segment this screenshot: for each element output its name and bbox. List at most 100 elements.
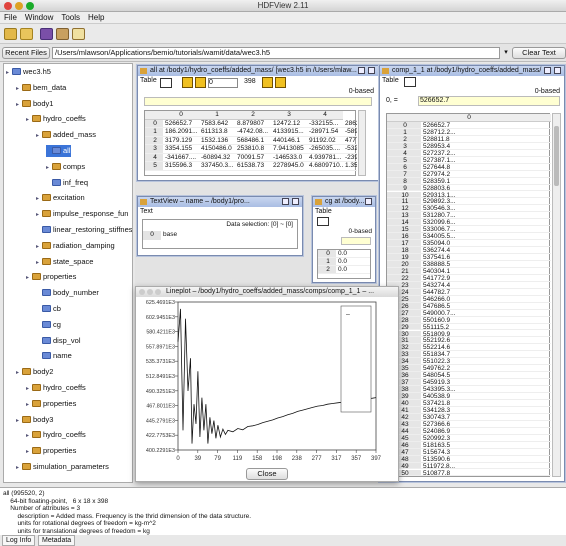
column-header[interactable]: 2 [235, 111, 271, 120]
clipboard-icon[interactable] [56, 28, 69, 40]
table-cell[interactable]: 3354.155 [163, 145, 199, 154]
table-cell[interactable]: 527237.2... [421, 150, 551, 157]
menu-help[interactable]: Help [84, 12, 108, 23]
table-menu[interactable]: Table [382, 77, 399, 84]
lineplot-window-title[interactable]: Lineplot – /body1/hydro_coeffs/added_mas… [136, 287, 398, 297]
table-cell[interactable]: 4777 [343, 137, 357, 145]
table-cell[interactable]: -4742.08... [235, 128, 271, 137]
maximize-icon[interactable] [544, 67, 551, 74]
table-cell[interactable]: 4150486.0 [199, 145, 235, 154]
chart-icon[interactable] [317, 217, 329, 226]
column-header[interactable]: 0 [387, 114, 551, 122]
table-cell[interactable]: 611313.8 [199, 128, 235, 137]
recent-files-button[interactable]: Recent Files [2, 47, 50, 59]
tree-node[interactable]: ▸ impulse_response_fun [36, 208, 128, 220]
table-cell[interactable]: 528953.4 [421, 143, 551, 150]
table-cell[interactable]: 541772.9 [421, 275, 551, 282]
table-cell[interactable]: 1532.136 [199, 137, 235, 145]
info-icon[interactable] [72, 28, 85, 40]
chart-icon[interactable] [404, 77, 416, 87]
tree-node[interactable]: ▸ wec3.h5 [6, 66, 51, 78]
table-cell[interactable]: 337450.3... [199, 162, 235, 171]
close-button[interactable]: Close [246, 468, 288, 480]
table-cell[interactable]: 537421.8 [421, 400, 551, 407]
table-cell[interactable]: 551834.7 [421, 351, 551, 359]
table-cell[interactable]: 513590.6 [421, 456, 551, 463]
menu-window[interactable]: Window [21, 12, 57, 23]
menu-tools[interactable]: Tools [57, 12, 84, 23]
table-cell[interactable]: 551115.2 [421, 324, 551, 331]
table-cell[interactable]: 549000.7... [421, 310, 551, 317]
tree-node[interactable]: disp_vol [36, 335, 81, 347]
table-cell[interactable]: 527974.2 [421, 171, 551, 178]
menu-file[interactable]: File [0, 12, 21, 23]
column-header[interactable]: 1 [199, 111, 235, 120]
comp-window-title[interactable]: comp_1_1 at /body1/hydro_coeffs/added_ma… [380, 66, 564, 76]
tree-node[interactable]: body_number [36, 287, 99, 299]
table-cell[interactable]: 1.352 [343, 162, 357, 171]
table-cell[interactable]: 0.0 [336, 250, 370, 258]
textview-window-title[interactable]: TextView – name – /body1/pro... [138, 197, 302, 207]
close-icon[interactable] [365, 198, 372, 205]
table-cell[interactable]: 551809.9 [421, 331, 551, 338]
table-cell[interactable]: 552192.6 [421, 337, 551, 345]
table-cell[interactable]: 186.2091... [163, 128, 199, 137]
table-cell[interactable]: 518163.5 [421, 442, 551, 449]
minimize-window-icon[interactable] [147, 289, 153, 295]
table-cell[interactable]: 315596.3 [163, 162, 199, 171]
table-cell[interactable]: 3179.129 [163, 137, 199, 145]
table-cell[interactable]: 529892.3... [421, 198, 551, 206]
file-path-input[interactable]: /Users/mlawson/Applications/bemio/tutori… [52, 47, 500, 59]
cell-value-field[interactable] [341, 237, 371, 245]
table-cell[interactable]: 520992.3 [421, 435, 551, 442]
save-icon[interactable] [40, 28, 53, 40]
table-cell[interactable]: 511972.8... [421, 463, 551, 470]
table-cell[interactable]: 0.0 [336, 266, 370, 274]
tree-node[interactable]: ▸ body1 [16, 98, 53, 110]
table-cell[interactable]: 532099.6... [421, 219, 551, 227]
tree-node[interactable]: ▸ comps [46, 161, 85, 173]
table-cell[interactable]: 7583.642 [199, 120, 235, 128]
first-page-icon[interactable] [182, 77, 193, 88]
table-cell[interactable]: 529313.1... [421, 192, 551, 199]
tree-node[interactable]: ▸ body3 [16, 414, 53, 426]
tree-node[interactable]: ▸ state_space [36, 256, 93, 268]
open-folder-icon[interactable] [20, 28, 33, 40]
clear-text-button[interactable]: Clear Text [512, 47, 566, 59]
table-cell[interactable]: 524086.9 [421, 428, 551, 435]
vertical-scrollbar[interactable] [552, 113, 561, 477]
table-cell[interactable]: 527366.6 [421, 421, 551, 428]
table-cell[interactable]: 543274.4 [421, 282, 551, 289]
table-cell[interactable]: 0.0 [336, 258, 370, 266]
close-icon[interactable] [554, 67, 561, 74]
table-window-all-title[interactable]: all at /body1/hydro_coeffs/added_mass/ [… [138, 66, 378, 76]
table-cell[interactable]: 533006.7... [421, 226, 551, 234]
last-page-icon[interactable] [275, 77, 286, 88]
tree-node[interactable]: ▸ excitation [36, 192, 85, 204]
table-menu[interactable]: Table [315, 208, 332, 215]
table-cell[interactable]: 546266.0 [421, 296, 551, 303]
table-cell[interactable]: 2278945.0 [271, 162, 307, 171]
table-cell[interactable]: 440146.1 [271, 137, 307, 145]
tree-node[interactable]: ▸ simulation_parameters [16, 461, 109, 473]
open-icon[interactable] [4, 28, 17, 40]
column-header[interactable] [145, 111, 163, 120]
table-cell[interactable]: -239 [343, 154, 357, 162]
table-cell[interactable]: 540538.9 [421, 393, 551, 400]
tree-node[interactable]: ▸ body2 [16, 366, 53, 378]
zoom-window-icon[interactable] [155, 289, 161, 295]
tree-node[interactable]: ▸ hydro_coeffs [26, 113, 86, 125]
table-cell[interactable]: 61538.73 [235, 162, 271, 171]
tree-node[interactable]: ▸ added_mass [36, 129, 96, 141]
prev-page-icon[interactable] [195, 77, 206, 88]
close-icon[interactable] [292, 198, 299, 205]
maximize-icon[interactable] [358, 67, 365, 74]
table-cell[interactable]: -146533.0 [271, 154, 307, 162]
tree-node[interactable]: ▸ bem_data [16, 82, 66, 94]
tree-node[interactable]: inf_freq [46, 177, 88, 189]
tree-node[interactable]: ▸ properties [26, 445, 76, 457]
table-cell[interactable]: 551022.3 [421, 358, 551, 366]
table-cell[interactable]: 550160.9 [421, 317, 551, 324]
table-cell[interactable]: 544782.7 [421, 289, 551, 296]
table-cell[interactable]: 537541.6 [421, 254, 551, 261]
